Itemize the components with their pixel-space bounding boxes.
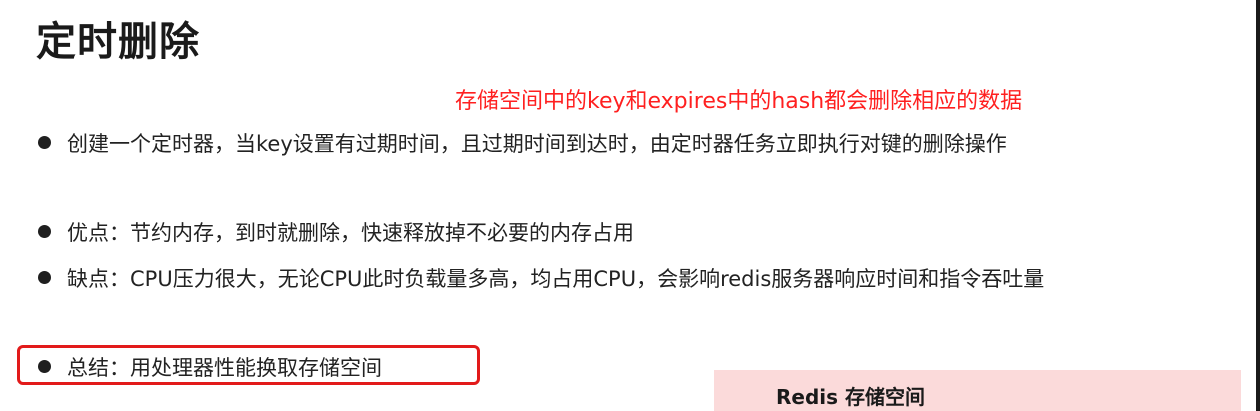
bullet-text: 创建一个定时器，当key设置有过期时间，且过期时间到达时，由定时器任务立即执行对… xyxy=(67,132,1007,156)
bullet-text: 总结：用处理器性能换取存储空间 xyxy=(67,356,382,380)
bullet-text: 缺点：CPU压力很大，无论CPU此时负载量多高，均占用CPU，会影响redis服… xyxy=(67,267,1045,291)
bullet-dot-icon xyxy=(38,136,51,149)
bullet-item-summary: 总结：用处理器性能换取存储空间 xyxy=(38,353,382,383)
redis-storage-panel: Redis 存储空间 xyxy=(714,370,1241,411)
bullet-item-disadvantage: 缺点：CPU压力很大，无论CPU此时负载量多高，均占用CPU，会影响redis服… xyxy=(38,264,1044,294)
bullet-dot-icon xyxy=(38,271,51,284)
bullet-text: 优点：节约内存，到时就删除，快速释放掉不必要的内存占用 xyxy=(67,221,634,245)
redis-storage-label: Redis 存储空间 xyxy=(776,385,926,409)
page-title: 定时删除 xyxy=(36,19,200,65)
right-border xyxy=(1256,0,1260,411)
bullet-item-timer: 创建一个定时器，当key设置有过期时间，且过期时间到达时，由定时器任务立即执行对… xyxy=(38,129,1007,159)
bullet-dot-icon xyxy=(38,360,51,373)
red-annotation: 存储空间中的key和expires中的hash都会删除相应的数据 xyxy=(455,89,1023,114)
bullet-dot-icon xyxy=(38,225,51,238)
bullet-item-advantage: 优点：节约内存，到时就删除，快速释放掉不必要的内存占用 xyxy=(38,218,634,248)
